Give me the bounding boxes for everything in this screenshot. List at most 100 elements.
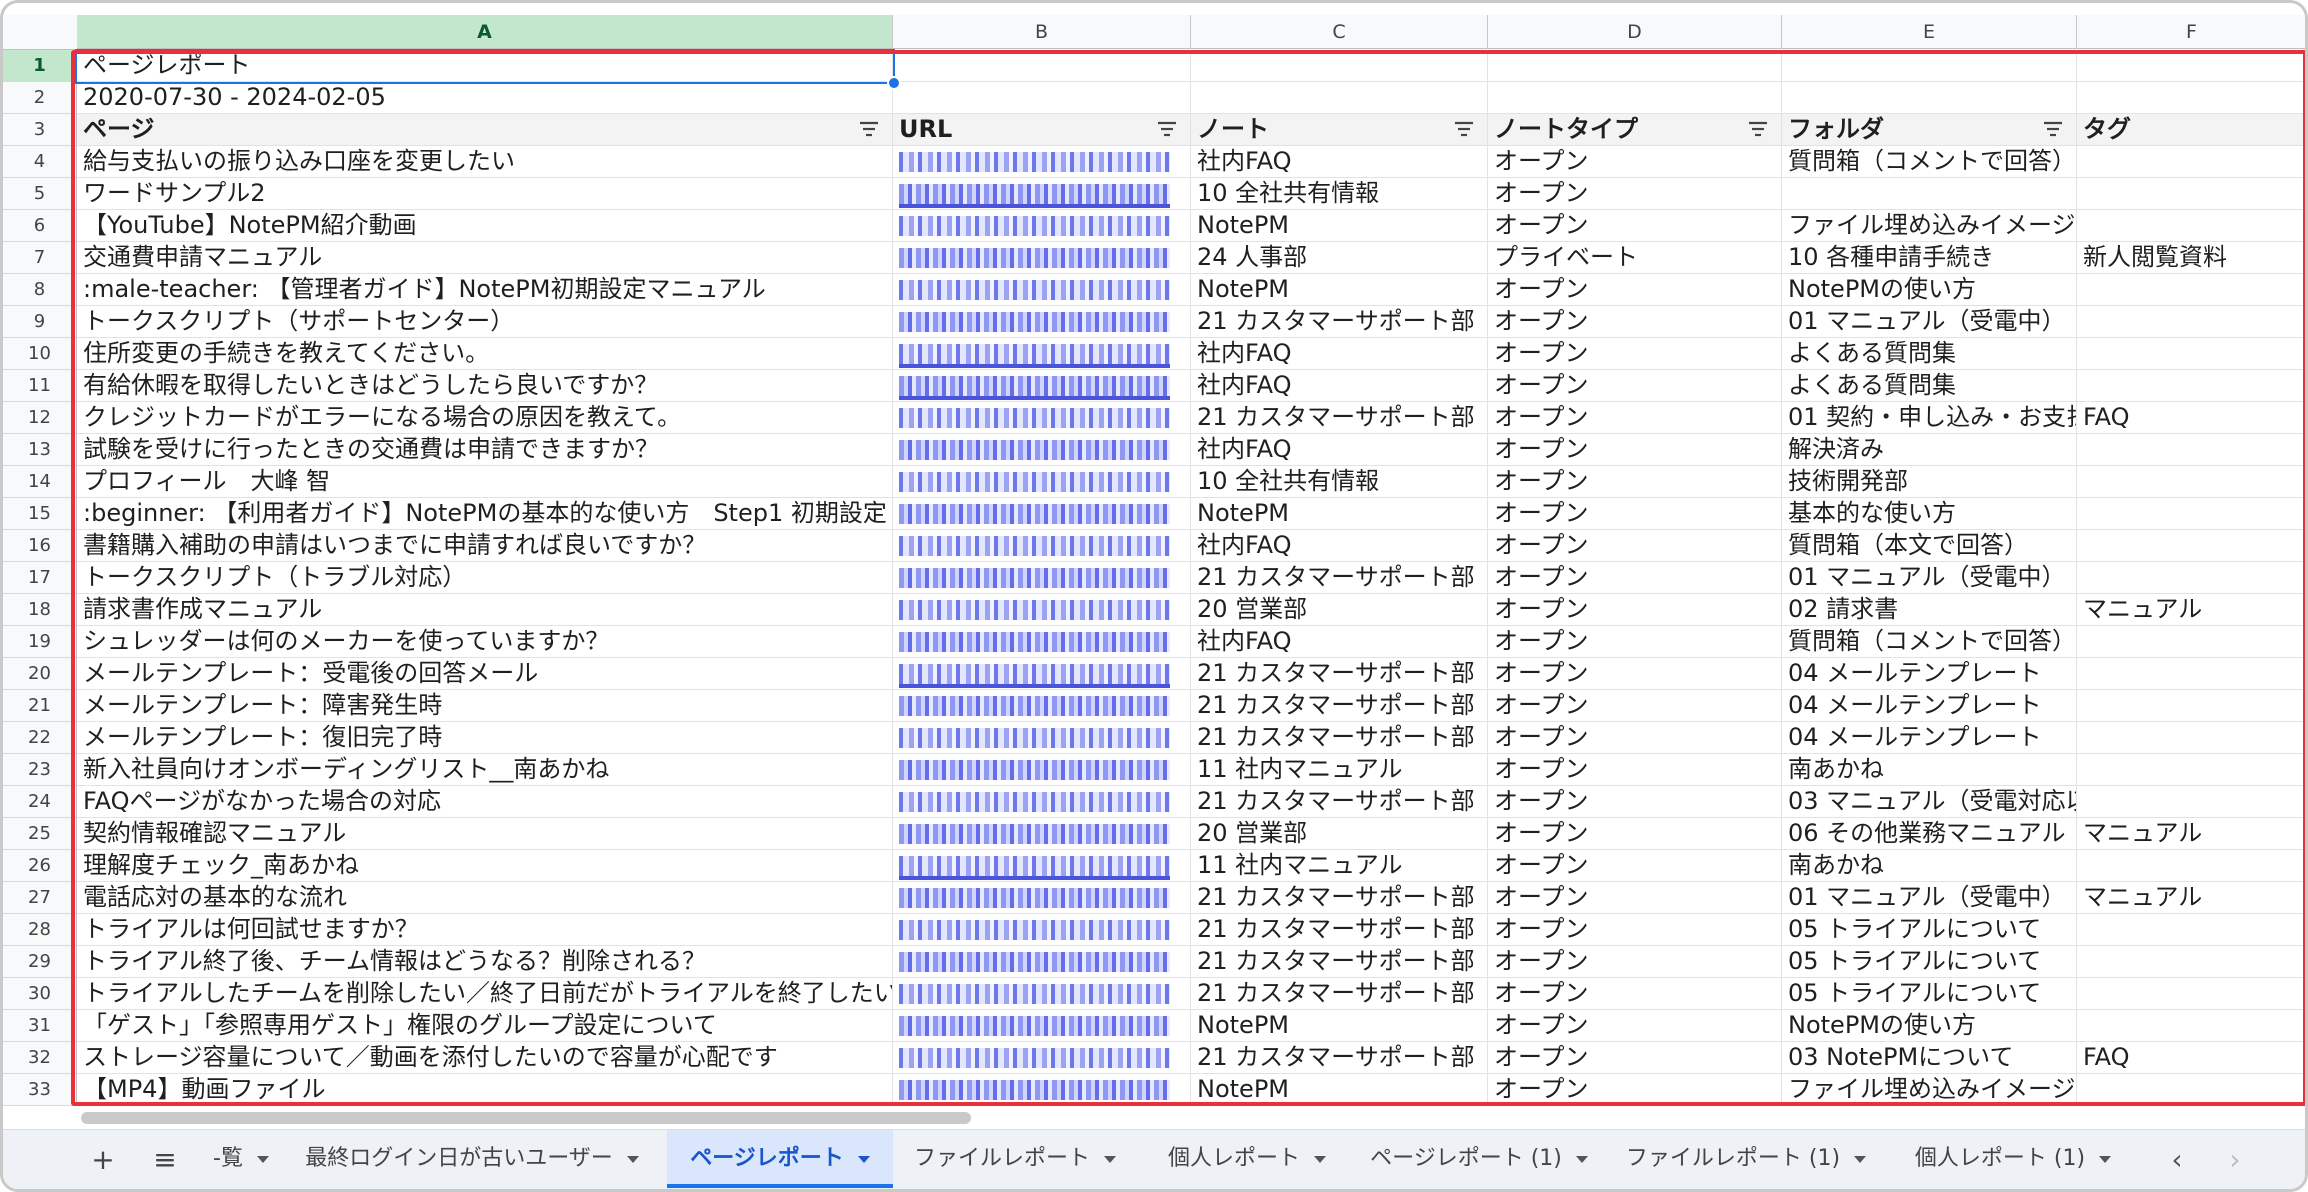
cell[interactable]	[2077, 50, 2305, 82]
cell[interactable]	[893, 466, 1191, 498]
cell[interactable]: 02 請求書	[1782, 594, 2077, 626]
cell[interactable]: 11 社内マニュアル	[1191, 754, 1488, 786]
cell[interactable]: オープン	[1488, 914, 1782, 946]
cell[interactable]: 21 カスタマーサポート部	[1191, 722, 1488, 754]
cell[interactable]: 質問箱（本文で回答）	[1782, 530, 2077, 562]
cell[interactable]: オープン	[1488, 370, 1782, 402]
cell[interactable]	[2077, 946, 2305, 978]
cell[interactable]: 21 カスタマーサポート部	[1191, 658, 1488, 690]
cell[interactable]: マニュアル	[2077, 818, 2305, 850]
cell[interactable]	[893, 722, 1191, 754]
cell[interactable]: オープン	[1488, 530, 1782, 562]
cell[interactable]	[893, 242, 1191, 274]
cell[interactable]	[2077, 530, 2305, 562]
redacted-url-link[interactable]	[899, 1080, 1170, 1100]
cell[interactable]	[2077, 786, 2305, 818]
cell[interactable]: 01 契約・申し込み・お支払い	[1782, 402, 2077, 434]
cell[interactable]: 21 カスタマーサポート部	[1191, 306, 1488, 338]
redacted-url-link[interactable]	[899, 184, 1170, 208]
cell[interactable]: メールテンプレート：復旧完了時	[77, 722, 893, 754]
cell[interactable]: オープン	[1488, 978, 1782, 1010]
chevron-down-icon[interactable]	[2099, 1155, 2112, 1163]
cell[interactable]: オープン	[1488, 402, 1782, 434]
cell[interactable]: 【MP4】動画ファイル	[77, 1074, 893, 1106]
fill-handle[interactable]	[887, 76, 901, 90]
cell[interactable]	[2077, 1074, 2305, 1106]
cell[interactable]	[893, 594, 1191, 626]
cell[interactable]: トライアル終了後、チーム情報はどうなる？削除される？	[77, 946, 893, 978]
cell[interactable]	[2077, 498, 2305, 530]
tabs-scroll-right-icon[interactable]: ›	[2215, 1140, 2255, 1180]
redacted-url-link[interactable]	[899, 440, 1170, 460]
cell[interactable]: 試験を受けに行ったときの交通費は申請できますか？	[77, 434, 893, 466]
cell[interactable]	[2077, 690, 2305, 722]
cell[interactable]: 05 トライアルについて	[1782, 946, 2077, 978]
redacted-url-link[interactable]	[899, 408, 1170, 428]
cell[interactable]: オープン	[1488, 274, 1782, 306]
row-header[interactable]: 33	[3, 1074, 77, 1106]
column-header-d[interactable]: D	[1488, 15, 1782, 49]
cell[interactable]: 2020-07-30 - 2024-02-05	[77, 82, 893, 114]
cell[interactable]	[893, 338, 1191, 370]
cell[interactable]: 新人閲覧資料	[2077, 242, 2305, 274]
row-header[interactable]: 28	[3, 914, 77, 946]
cell[interactable]: NotePM	[1191, 274, 1488, 306]
cell[interactable]: オープン	[1488, 562, 1782, 594]
cell[interactable]: 解決済み	[1782, 434, 2077, 466]
cell[interactable]	[2077, 274, 2305, 306]
cell[interactable]: 社内FAQ	[1191, 530, 1488, 562]
cell[interactable]: オープン	[1488, 722, 1782, 754]
cell[interactable]	[2077, 978, 2305, 1010]
redacted-url-link[interactable]	[899, 728, 1170, 748]
cell[interactable]	[893, 498, 1191, 530]
cell[interactable]	[893, 946, 1191, 978]
column-title-cell[interactable]: ノート	[1191, 114, 1488, 146]
cell[interactable]	[893, 50, 1191, 82]
cell[interactable]: 21 カスタマーサポート部	[1191, 882, 1488, 914]
cell[interactable]: 社内FAQ	[1191, 370, 1488, 402]
cell[interactable]	[2077, 306, 2305, 338]
redacted-url-link[interactable]	[899, 312, 1170, 332]
column-header-b[interactable]: B	[893, 15, 1191, 49]
cell[interactable]: 社内FAQ	[1191, 146, 1488, 178]
cell[interactable]: NotePM	[1191, 1010, 1488, 1042]
redacted-url-link[interactable]	[899, 1048, 1170, 1068]
cell[interactable]: オープン	[1488, 1074, 1782, 1106]
cell[interactable]	[2077, 1010, 2305, 1042]
cell[interactable]	[2077, 82, 2305, 114]
cell[interactable]: NotePM	[1191, 1074, 1488, 1106]
cell[interactable]: 書籍購入補助の申請はいつまでに申請すれば良いですか？	[77, 530, 893, 562]
cell[interactable]: 電話応対の基本的な流れ	[77, 882, 893, 914]
cell[interactable]: オープン	[1488, 146, 1782, 178]
cell[interactable]: FAQ	[2077, 1042, 2305, 1074]
row-header[interactable]: 2	[3, 82, 77, 114]
sheet-tab[interactable]: ファイルレポート	[895, 1130, 1135, 1188]
cell[interactable]: 10 全社共有情報	[1191, 466, 1488, 498]
cell[interactable]	[2077, 434, 2305, 466]
redacted-url-link[interactable]	[899, 280, 1170, 300]
cell[interactable]	[2077, 178, 2305, 210]
column-title-cell[interactable]: ページ	[77, 114, 893, 146]
cell[interactable]: 南あかね	[1782, 754, 2077, 786]
cell[interactable]	[893, 1074, 1191, 1106]
cell[interactable]: ストレージ容量について／動画を添付したいので容量が心配です	[77, 1042, 893, 1074]
cell[interactable]: 技術開発部	[1782, 466, 2077, 498]
cell[interactable]: 請求書作成マニュアル	[77, 594, 893, 626]
row-header[interactable]: 29	[3, 946, 77, 978]
cell[interactable]: 20 営業部	[1191, 594, 1488, 626]
cell[interactable]: トークスクリプト（サポートセンター）	[77, 306, 893, 338]
cell[interactable]	[1191, 50, 1488, 82]
sheet-tab[interactable]: -覧	[203, 1130, 279, 1188]
row-header[interactable]: 30	[3, 978, 77, 1010]
cell[interactable]	[2077, 626, 2305, 658]
cell[interactable]: クレジットカードがエラーになる場合の原因を教えて。	[77, 402, 893, 434]
cell[interactable]: 交通費申請マニュアル	[77, 242, 893, 274]
cell[interactable]: 03 NotePMについて	[1782, 1042, 2077, 1074]
row-header[interactable]: 17	[3, 562, 77, 594]
cell[interactable]: オープン	[1488, 882, 1782, 914]
cell[interactable]	[893, 370, 1191, 402]
redacted-url-link[interactable]	[899, 760, 1170, 780]
redacted-url-link[interactable]	[899, 888, 1170, 908]
cell[interactable]: 03 マニュアル（受電対応以外）	[1782, 786, 2077, 818]
cell[interactable]: FAQ	[2077, 402, 2305, 434]
